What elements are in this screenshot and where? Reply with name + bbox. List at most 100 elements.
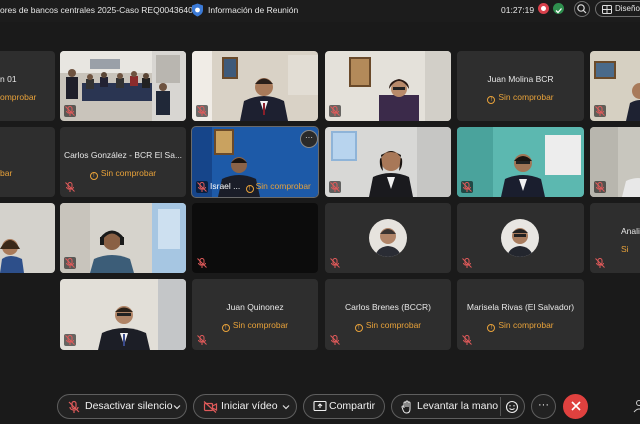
participant-video[interactable] <box>60 51 186 121</box>
raise-hand-label: Levantar la mano <box>417 400 499 412</box>
layout-button[interactable]: Diseño <box>595 1 640 17</box>
mic-muted-icon <box>196 181 208 193</box>
office-video <box>0 203 55 273</box>
participant-status: Si <box>621 244 629 254</box>
status-icon: ! <box>221 324 230 332</box>
camera-off-icon <box>203 401 218 413</box>
layout-label: Diseño <box>615 4 640 13</box>
participant-video[interactable] <box>325 51 451 121</box>
conference-room-video <box>60 51 186 121</box>
layout-icon <box>602 5 612 14</box>
mic-muted-icon <box>329 257 341 269</box>
participant-tile[interactable] <box>325 203 451 273</box>
mic-muted-icon <box>196 334 208 346</box>
participant-status: ! Sin comprobar <box>60 168 186 180</box>
chevron-down-icon[interactable] <box>173 403 181 411</box>
participant-name: Carlos González - BCR El Sa... <box>63 150 183 160</box>
mic-muted-icon <box>329 334 341 346</box>
participant-status: ! Sin comprobar <box>192 320 318 332</box>
participant-name: Israel ... <box>210 181 241 191</box>
office-video <box>325 51 451 121</box>
office-video <box>192 51 318 121</box>
participant-video[interactable]: ··· Israel ... ! Sin comprobar <box>191 126 319 198</box>
participant-tile[interactable]: Juan Quinonez ! Sin comprobar <box>192 279 318 350</box>
start-video-label: Iniciar vídeo <box>221 400 278 412</box>
unmute-label: Desactivar silencio <box>85 400 173 412</box>
participant-name: n 01 <box>0 74 17 84</box>
participant-status: ! Sin comprobar <box>457 92 584 104</box>
mic-muted-icon <box>196 257 208 269</box>
participant-tile[interactable]: Carlos Brenes (BCCR) ! Sin comprobar <box>325 279 451 350</box>
participant-status: bar <box>0 168 13 178</box>
mic-muted-icon <box>64 257 76 269</box>
unmute-button[interactable]: Desactivar silencio <box>57 394 187 419</box>
participant-status: ! Sin comprobar <box>457 320 584 332</box>
search-button[interactable] <box>574 1 590 17</box>
security-icon[interactable] <box>553 3 564 14</box>
participant-status: omprobar <box>0 92 37 102</box>
participant-tile[interactable]: Anali Si <box>590 203 640 273</box>
mic-muted-icon <box>196 105 208 117</box>
participant-tile[interactable]: n 01 omprobar <box>0 51 55 121</box>
status-icon: ! <box>245 185 254 193</box>
participant-name: Carlos Brenes (BCCR) <box>345 302 431 312</box>
reaction-icon[interactable] <box>505 400 519 414</box>
office-video <box>325 127 451 197</box>
share-button[interactable]: Compartir <box>303 394 385 419</box>
reaction-button[interactable] <box>500 397 501 416</box>
status-icon: ! <box>354 324 363 332</box>
mic-muted-icon <box>329 105 341 117</box>
meeting-info-link[interactable]: Información de Reunión <box>208 5 298 15</box>
participant-video[interactable] <box>192 51 318 121</box>
more-options-button[interactable]: ··· <box>300 130 318 148</box>
record-icon <box>538 3 549 14</box>
mic-muted-icon <box>461 181 473 193</box>
office-video <box>457 127 584 197</box>
avatar <box>501 219 539 257</box>
more-button[interactable]: ··· <box>531 394 556 419</box>
participant-video[interactable] <box>325 127 451 197</box>
participant-name: Anali <box>621 226 640 236</box>
participant-name: Juan Molina BCR <box>487 74 554 84</box>
start-video-button[interactable]: Iniciar vídeo <box>193 394 297 419</box>
mic-muted-icon <box>64 334 76 346</box>
participant-tile[interactable]: bar <box>0 127 55 197</box>
status-icon: ! <box>487 324 496 332</box>
end-call-icon <box>570 401 581 411</box>
overflow-icon[interactable] <box>633 399 640 413</box>
mic-muted-icon <box>64 181 76 193</box>
participant-video[interactable] <box>457 127 584 197</box>
mic-muted-icon <box>594 181 606 193</box>
end-call-button[interactable] <box>563 394 588 419</box>
participant-tile[interactable]: Carlos González - BCR El Sa... ! Sin comp… <box>60 127 186 197</box>
meeting-title: ores de bancos centrales 2025-Caso REQ00… <box>0 5 193 15</box>
participant-video[interactable] <box>590 51 640 121</box>
participant-tile[interactable] <box>457 203 584 273</box>
mic-muted-icon <box>594 105 606 117</box>
participant-name: Juan Quinonez <box>226 302 284 312</box>
mic-muted-icon <box>461 334 473 346</box>
avatar <box>369 219 407 257</box>
share-label: Compartir <box>329 400 376 412</box>
status-icon: ! <box>89 172 98 180</box>
mic-muted-icon <box>594 257 606 269</box>
participant-tile[interactable]: Marisela Rivas (El Salvador) ! Sin compro… <box>457 279 584 350</box>
search-icon <box>577 4 587 14</box>
participant-video[interactable] <box>60 279 186 350</box>
participant-status: ! Sin comprobar <box>325 320 451 332</box>
raise-hand-button[interactable]: Levantar la mano <box>391 394 525 419</box>
meeting-timer: 01:27:19 <box>501 5 535 15</box>
participant-tile[interactable] <box>192 203 318 273</box>
participant-label: Israel ... ! Sin comprobar <box>210 181 311 193</box>
share-screen-icon <box>313 400 327 412</box>
office-video <box>60 203 186 273</box>
chevron-down-icon[interactable] <box>282 403 290 411</box>
participant-tile[interactable]: Juan Molina BCR ! Sin comprobar <box>457 51 584 121</box>
more-icon: ··· <box>538 399 549 411</box>
participant-video[interactable] <box>0 203 55 273</box>
participant-video[interactable] <box>60 203 186 273</box>
mic-muted-icon <box>68 400 80 413</box>
shield-icon[interactable] <box>191 3 204 17</box>
participant-video[interactable] <box>590 127 640 197</box>
top-bar: ores de bancos centrales 2025-Caso REQ00… <box>0 0 640 22</box>
